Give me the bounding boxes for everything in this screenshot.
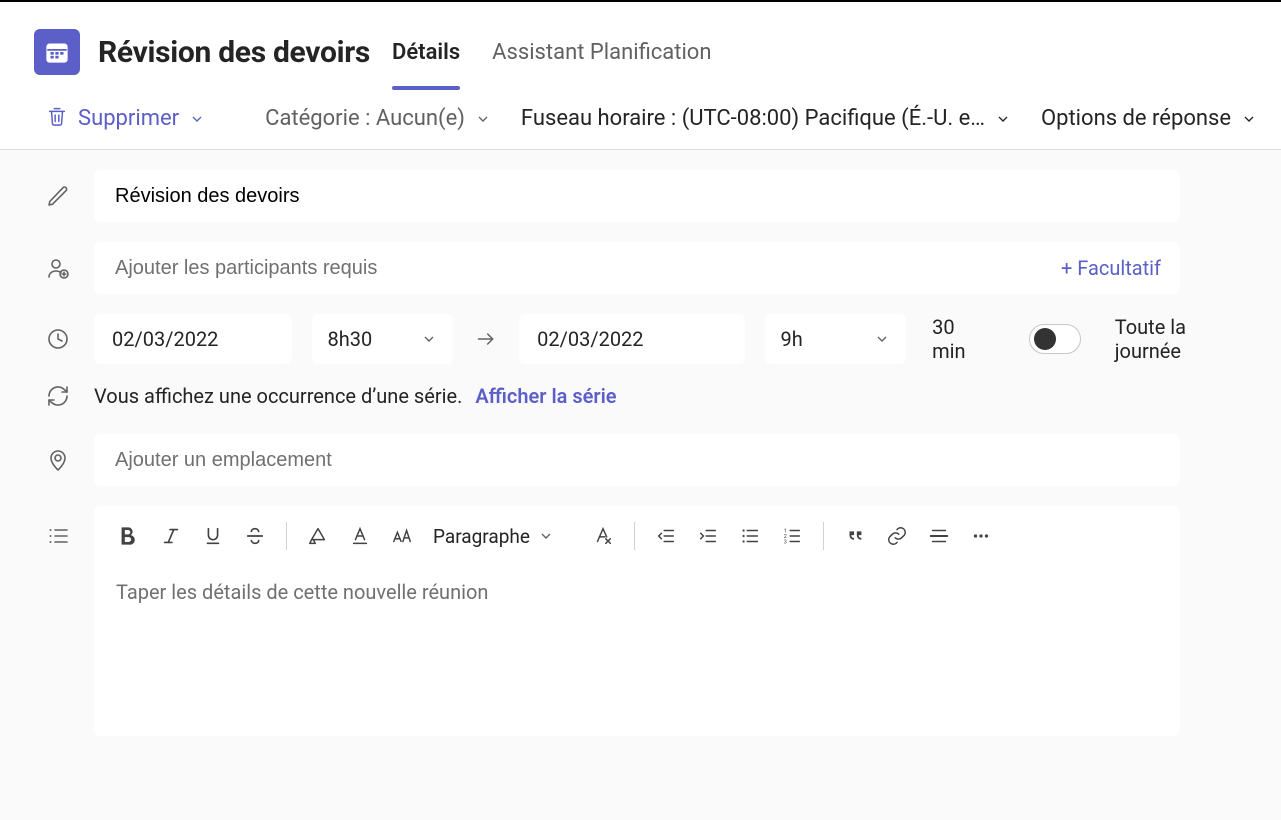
more-options-button[interactable] [970,525,992,547]
recurrence-icon [42,384,74,408]
all-day-toggle[interactable] [1029,324,1081,354]
response-options-label: Options de réponse [1041,106,1231,131]
chevron-down-icon [995,111,1011,127]
strikethrough-button[interactable] [244,525,266,547]
title-input[interactable] [113,184,1161,209]
hr-button[interactable] [928,525,950,547]
font-color-button[interactable] [349,525,371,547]
chevron-down-icon [475,111,491,127]
end-date-value: 02/03/2022 [537,327,643,351]
trash-icon [46,105,68,133]
delete-label: Supprimer [78,106,179,131]
separator [634,522,635,550]
start-time-value: 8h30 [328,327,373,351]
show-series-link[interactable]: Afficher la série [475,384,616,408]
series-info: Vous affichez une occurrence d’une série… [94,384,617,408]
chevron-down-icon [421,331,437,347]
highlight-button[interactable] [307,525,329,547]
category-button[interactable]: Catégorie : Aucun(e) [265,106,491,131]
start-time-select[interactable]: 8h30 [312,314,454,364]
timezone-label: Fuseau horaire : (UTC-08:00) Pacifique (… [521,106,985,131]
attendees-field[interactable]: + Facultatif [94,242,1180,294]
tabs: Détails Assistant Planification [392,16,711,88]
clock-icon [42,327,74,351]
editor-toolbar: Paragraphe 1 [94,506,1180,566]
timezone-button[interactable]: Fuseau horaire : (UTC-08:00) Pacifique (… [521,106,1011,131]
svg-text:3: 3 [784,539,787,545]
outdent-button[interactable] [655,525,677,547]
toolbar: Supprimer Catégorie : Aucun(e) Fuseau ho… [0,88,1281,150]
pencil-icon [42,184,74,208]
end-time-value: 9h [781,327,803,351]
people-add-icon [42,256,74,280]
title-field[interactable] [94,170,1180,222]
numbered-list-button[interactable]: 123 [781,525,803,547]
end-time-select[interactable]: 9h [765,314,907,364]
start-date-value: 02/03/2022 [112,327,218,351]
italic-button[interactable] [160,525,182,547]
bold-button[interactable] [114,523,140,549]
all-day-label: Toute la journée [1115,315,1247,363]
duration-label: 30 min [932,315,989,363]
chevron-down-icon [874,331,890,347]
description-editor: Paragraphe 1 [94,506,1180,736]
header: Révision des devoirs Détails Assistant P… [0,2,1281,88]
chevron-down-icon [1241,111,1257,127]
end-date-field[interactable]: 02/03/2022 [519,314,744,364]
separator [286,522,287,550]
attendees-input[interactable] [113,256,1161,281]
link-button[interactable] [886,525,908,547]
location-icon [42,448,74,472]
editor-body[interactable]: Taper les détails de cette nouvelle réun… [94,566,1180,736]
response-options-button[interactable]: Options de réponse [1041,106,1257,131]
bullet-list-button[interactable] [739,525,761,547]
arrow-right-icon [473,329,499,349]
tab-details[interactable]: Détails [392,16,460,88]
series-text: Vous affichez une occurrence d’une série… [94,384,462,408]
tab-scheduling-assistant[interactable]: Assistant Planification [492,16,711,88]
quote-button[interactable] [844,525,866,547]
chevron-down-icon [189,111,205,127]
page-title: Révision des devoirs [98,35,370,70]
separator [823,522,824,550]
clear-formatting-button[interactable] [592,525,614,547]
calendar-app-icon [34,29,80,75]
underline-button[interactable] [202,525,224,547]
location-field[interactable] [94,434,1180,486]
meeting-form: + Facultatif 02/03/2022 8h30 02/03/2022 [0,150,1281,736]
paragraph-label: Paragraphe [433,525,530,548]
delete-button[interactable]: Supprimer [46,105,205,133]
toggle-knob [1034,328,1056,350]
font-size-button[interactable] [391,525,413,547]
location-input[interactable] [113,448,1161,473]
paragraph-style-select[interactable]: Paragraphe [433,525,554,548]
description-icon [42,524,74,548]
chevron-down-icon [538,528,554,544]
optional-attendees-link[interactable]: + Facultatif [1061,256,1161,280]
indent-button[interactable] [697,525,719,547]
start-date-field[interactable]: 02/03/2022 [94,314,292,364]
category-label: Catégorie : Aucun(e) [265,106,465,131]
